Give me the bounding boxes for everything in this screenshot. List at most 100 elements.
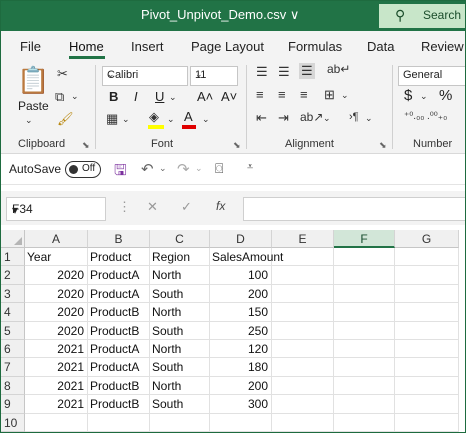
cell-d9[interactable]: 300: [210, 395, 272, 414]
cell-d5[interactable]: 250: [210, 321, 272, 340]
cell-f9[interactable]: [334, 395, 395, 414]
enter-icon[interactable]: ✓: [181, 199, 192, 215]
cell-a6[interactable]: 2021: [25, 340, 88, 359]
cell-b8[interactable]: ProductB: [88, 376, 150, 396]
cell-g9[interactable]: [395, 395, 459, 414]
row-header[interactable]: 4: [1, 303, 25, 322]
cell-d3[interactable]: 200: [210, 284, 272, 304]
cell-e5[interactable]: [272, 321, 334, 340]
row-header[interactable]: 7: [1, 358, 25, 377]
cell-g10[interactable]: [395, 413, 459, 432]
cell-e8[interactable]: [272, 376, 334, 396]
save-icon[interactable]: 🖫: [114, 160, 127, 185]
cell-a9[interactable]: 2021: [25, 395, 88, 414]
cell-b10[interactable]: [88, 413, 150, 432]
align-bottom-icon[interactable]: ☰: [299, 63, 315, 79]
select-all-button[interactable]: [1, 230, 25, 248]
cell-a7[interactable]: 2021: [25, 358, 88, 377]
formula-input[interactable]: [243, 197, 465, 221]
underline-dropdown-icon[interactable]: ⌄: [169, 92, 177, 103]
column-header-e[interactable]: E: [272, 230, 334, 248]
orientation-icon[interactable]: ab↗: [300, 110, 323, 124]
clipboard-launcher-icon[interactable]: ⬊: [82, 140, 90, 151]
cell-b4[interactable]: ProductB: [88, 303, 150, 322]
cell-c8[interactable]: North: [150, 376, 210, 396]
row-header[interactable]: 9: [1, 395, 25, 414]
number-format-select[interactable]: General: [398, 66, 465, 86]
font-size-select[interactable]: 11 ⌄: [190, 66, 238, 86]
cell-g7[interactable]: [395, 358, 459, 377]
cell-f4[interactable]: [334, 303, 395, 322]
cell-g5[interactable]: [395, 321, 459, 340]
column-header-b[interactable]: B: [88, 230, 150, 248]
cell-g6[interactable]: [395, 340, 459, 359]
cell-a8[interactable]: 2021: [25, 376, 88, 396]
copy-dropdown-icon[interactable]: ⌄: [71, 91, 79, 102]
column-header-c[interactable]: C: [150, 230, 210, 248]
column-header-g[interactable]: G: [395, 230, 459, 248]
cell-d1[interactable]: SalesAmount: [210, 248, 283, 267]
paste-label[interactable]: Paste: [18, 99, 49, 113]
cell-a3[interactable]: 2020: [25, 284, 88, 304]
cell-g2[interactable]: [395, 266, 459, 285]
fill-color-icon[interactable]: ◈: [149, 109, 159, 125]
text-direction-icon[interactable]: ›¶: [349, 111, 359, 123]
cell-b2[interactable]: ProductA: [88, 266, 150, 285]
increase-indent-icon[interactable]: ⇥: [278, 110, 289, 126]
merge-center-icon[interactable]: ⊞: [324, 87, 335, 103]
cell-e10[interactable]: [272, 413, 334, 432]
row-header[interactable]: 6: [1, 340, 25, 359]
cell-d4[interactable]: 150: [210, 303, 272, 322]
cell-b7[interactable]: ProductA: [88, 358, 150, 377]
cell-c3[interactable]: South: [150, 284, 210, 304]
cell-e6[interactable]: [272, 340, 334, 359]
undo-icon[interactable]: ↶: [141, 160, 154, 178]
window-title[interactable]: Pivot_Unpivot_Demo.csv ∨: [141, 7, 299, 23]
alignment-launcher-icon[interactable]: ⬊: [379, 140, 387, 151]
cell-f7[interactable]: [334, 358, 395, 377]
column-header-d[interactable]: D: [210, 230, 272, 248]
copy-icon[interactable]: ⧉: [55, 89, 64, 105]
cell-d6[interactable]: 120: [210, 340, 272, 359]
tab-insert[interactable]: Insert: [131, 39, 164, 54]
grow-font-button[interactable]: A˄: [197, 89, 213, 104]
bold-button[interactable]: B: [109, 89, 118, 104]
cell-f6[interactable]: [334, 340, 395, 359]
borders-dropdown-icon[interactable]: ⌄: [122, 114, 130, 125]
shrink-font-button[interactable]: A˅: [221, 89, 237, 104]
name-box[interactable]: F34 ▾: [6, 197, 106, 221]
percent-button[interactable]: %: [439, 87, 452, 104]
cell-c1[interactable]: Region: [150, 248, 210, 267]
autosave-toggle[interactable]: Off: [65, 161, 101, 178]
align-top-icon[interactable]: ☰: [256, 64, 268, 80]
tab-data[interactable]: Data: [367, 39, 394, 54]
cell-b3[interactable]: ProductA: [88, 284, 150, 304]
text-direction-dropdown-icon[interactable]: ⌄: [365, 113, 373, 124]
cell-e2[interactable]: [272, 266, 334, 285]
increase-decimal-icon[interactable]: ⁺⁰.₀₀: [404, 111, 424, 122]
paste-icon[interactable]: 📋: [17, 65, 49, 96]
tab-file[interactable]: File: [20, 39, 41, 54]
row-header[interactable]: 1: [1, 248, 25, 267]
redo-icon[interactable]: ↷: [177, 160, 190, 178]
cell-g1[interactable]: [395, 248, 459, 267]
cell-d2[interactable]: 100: [210, 266, 272, 285]
column-header-a[interactable]: A: [25, 230, 88, 248]
cell-e4[interactable]: [272, 303, 334, 322]
align-right-icon[interactable]: ≡: [300, 87, 308, 102]
cell-b1[interactable]: Product: [88, 248, 150, 267]
column-header-f[interactable]: F: [334, 230, 395, 248]
redo-dropdown-icon[interactable]: ⌄: [195, 163, 203, 174]
cell-a5[interactable]: 2020: [25, 321, 88, 340]
cell-c4[interactable]: North: [150, 303, 210, 322]
decrease-decimal-icon[interactable]: .⁰⁰₊₀: [427, 111, 447, 122]
font-name-select[interactable]: Calibri ⌄: [102, 66, 188, 86]
font-color-dropdown-icon[interactable]: ⌄: [202, 114, 210, 125]
cell-c9[interactable]: South: [150, 395, 210, 414]
align-left-icon[interactable]: ≡: [256, 87, 264, 102]
align-middle-icon[interactable]: ☰: [278, 64, 290, 80]
cell-g8[interactable]: [395, 376, 459, 396]
row-header[interactable]: 2: [1, 266, 25, 285]
search-box[interactable]: ⚲ Search: [379, 4, 465, 28]
cell-f10[interactable]: [334, 413, 395, 432]
